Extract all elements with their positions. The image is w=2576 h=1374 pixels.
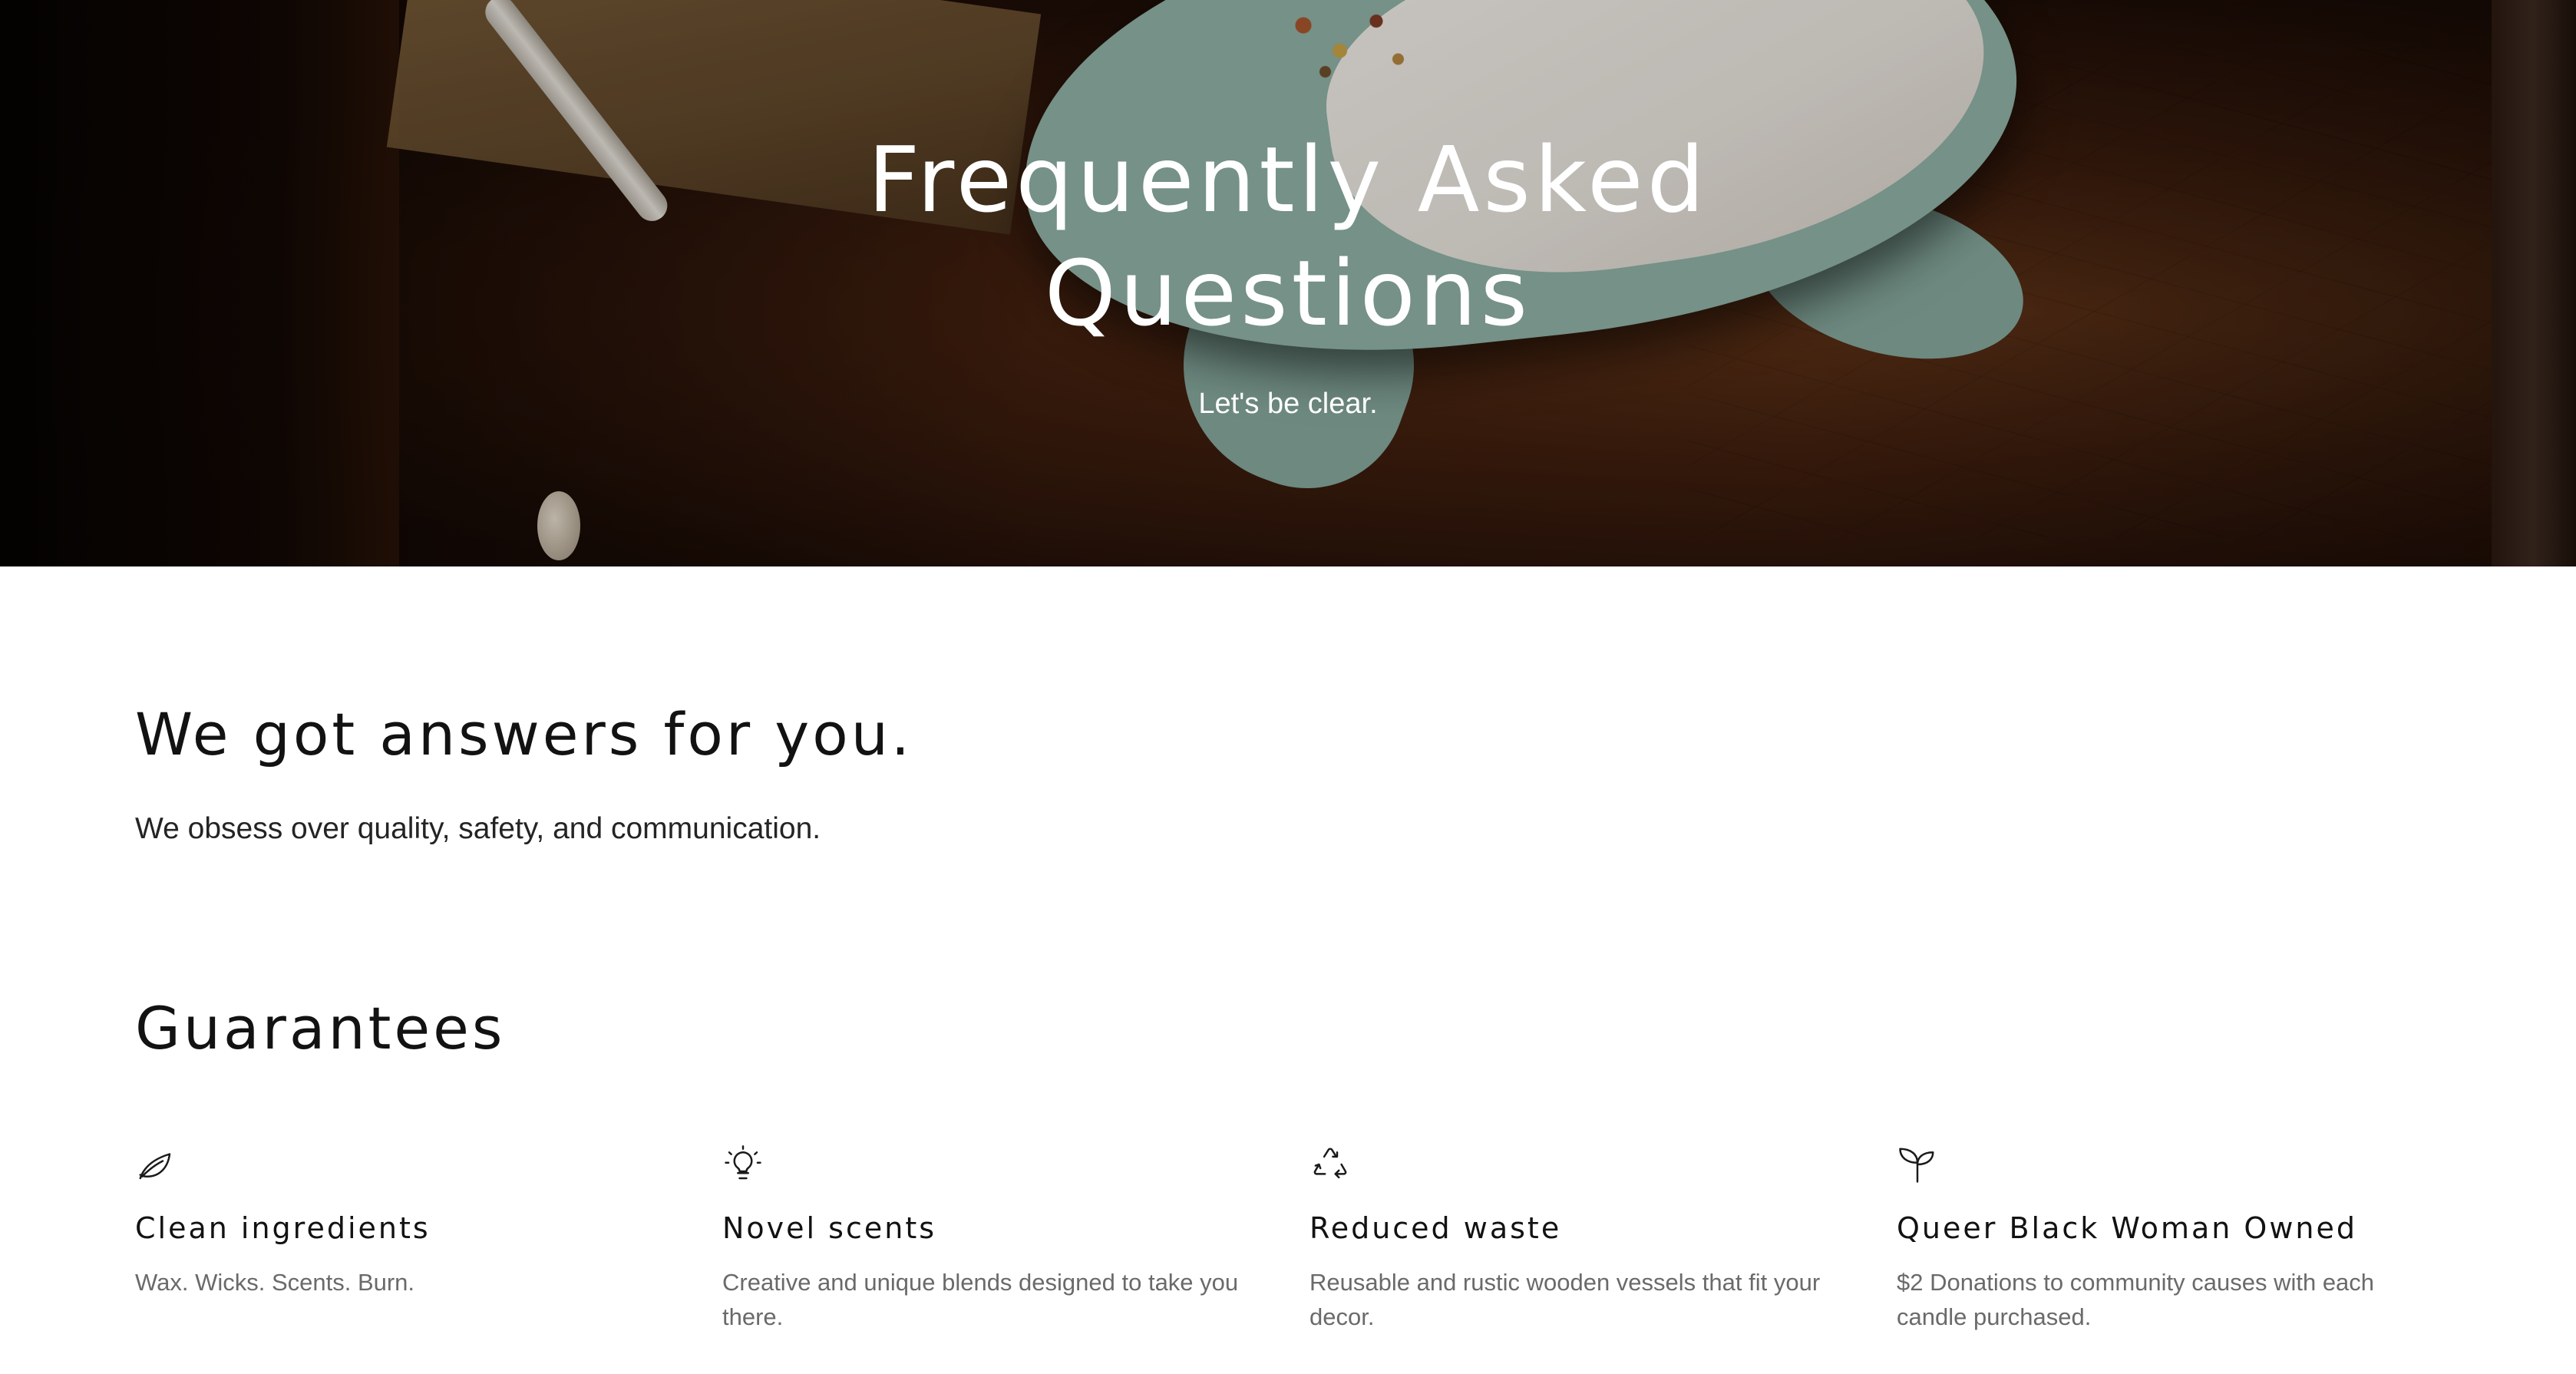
guarantee-title: Reduced waste: [1309, 1211, 1562, 1245]
recycle-icon: [1309, 1144, 1351, 1185]
guarantee-title: Queer Black Woman Owned: [1897, 1211, 2357, 1245]
page-title: Frequently Asked Questions: [0, 123, 2576, 350]
guarantees-heading: Guarantees: [135, 994, 506, 1062]
intro-text: We obsess over quality, safety, and comm…: [135, 812, 821, 845]
intro-heading: We got answers for you.: [135, 700, 913, 768]
sprout-icon: [1897, 1144, 1938, 1185]
guarantee-text: Creative and unique blends designed to t…: [722, 1269, 1239, 1330]
page-title-line-1: Frequently Asked: [867, 127, 1709, 233]
guarantee-title: Novel scents: [722, 1211, 937, 1245]
page-subtitle: Let's be clear.: [1198, 388, 1378, 420]
guarantee-text: $2 Donations to community causes with ea…: [1897, 1269, 2375, 1330]
guarantee-text: Reusable and rustic wooden vessels that …: [1309, 1269, 1821, 1330]
guarantees-list: Clean ingredients Wax. Wicks. Scents. Bu…: [135, 1144, 2441, 1359]
page: Frequently Asked Questions Let's be clea…: [0, 0, 2576, 1374]
hero-banner: Frequently Asked Questions Let's be clea…: [0, 0, 2576, 566]
leaf-icon: [135, 1144, 177, 1185]
page-title-line-2: Questions: [1044, 240, 1532, 346]
guarantee-title: Clean ingredients: [135, 1211, 431, 1245]
lightbulb-icon: [722, 1144, 764, 1185]
guarantee-text: Wax. Wicks. Scents. Burn.: [135, 1269, 415, 1296]
hero-content: Frequently Asked Questions Let's be clea…: [0, 0, 2576, 566]
